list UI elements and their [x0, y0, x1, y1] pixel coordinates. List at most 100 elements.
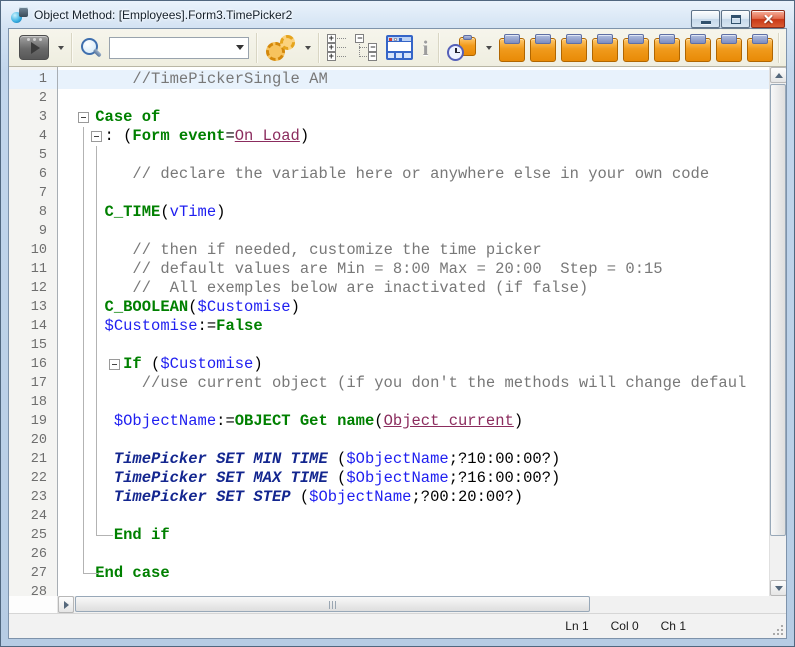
expand-all-button[interactable]: [327, 34, 349, 61]
status-line: Ln 1: [565, 619, 588, 633]
form-cells-icon: [388, 51, 411, 58]
line-number-gutter: 1234567891011121314151617181920212223242…: [9, 67, 58, 596]
vertical-scrollbar[interactable]: [769, 67, 786, 596]
code-line[interactable]: //use current object (if you don't the m…: [58, 374, 769, 393]
code-line[interactable]: [58, 431, 769, 450]
maximize-button[interactable]: [721, 10, 750, 28]
macro-clipboard-4[interactable]: [592, 34, 616, 61]
scroll-up-button[interactable]: [770, 67, 786, 83]
code-line[interactable]: [58, 545, 769, 564]
code-line-text: Case of: [58, 108, 160, 126]
line-number: 1: [9, 70, 57, 89]
clipboard-clip-icon: [463, 35, 472, 40]
code-line[interactable]: TimePicker SET STEP ($ObjectName;?00:20:…: [58, 488, 769, 507]
toolbar-separator: [256, 33, 258, 63]
code-line[interactable]: [58, 146, 769, 165]
vertical-scroll-thumb[interactable]: [770, 84, 786, 536]
macro-clipboard-1[interactable]: [499, 34, 523, 61]
code-line[interactable]: : (Form event=On Load): [58, 127, 769, 146]
line-number: 24: [9, 507, 57, 526]
code-line[interactable]: TimePicker SET MIN TIME ($ObjectName;?10…: [58, 450, 769, 469]
scrollbar-corner: [769, 596, 786, 613]
horizontal-scroll-row: [9, 596, 786, 613]
scroll-down-button[interactable]: [770, 580, 786, 596]
line-number: 4: [9, 127, 57, 146]
code-line[interactable]: [58, 393, 769, 412]
fold-collapse-icon[interactable]: [91, 131, 102, 142]
status-bar: Ln 1 Col 0 Ch 1: [9, 613, 786, 638]
line-number: 21: [9, 450, 57, 469]
code-line[interactable]: End case: [58, 564, 769, 583]
code-line[interactable]: [58, 222, 769, 241]
code-line[interactable]: $ObjectName:=OBJECT Get name(Object curr…: [58, 412, 769, 431]
code-line[interactable]: [58, 336, 769, 355]
scroll-right-button[interactable]: [58, 596, 74, 613]
horizontal-scroll-thumb[interactable]: [75, 596, 590, 612]
macro-clipboard-9[interactable]: [747, 34, 771, 61]
code-line-text: TimePicker SET STEP ($ObjectName;?00:20:…: [58, 488, 523, 506]
code-line[interactable]: // default values are Min = 8:00 Max = 2…: [58, 260, 769, 279]
maximize-icon: [731, 15, 741, 24]
search-input[interactable]: [114, 40, 236, 56]
line-number: 8: [9, 203, 57, 222]
minimize-button[interactable]: [691, 10, 720, 28]
status-column: Col 0: [611, 619, 639, 633]
close-button[interactable]: [751, 10, 785, 28]
line-number: 17: [9, 374, 57, 393]
macro-clipboard-6[interactable]: [654, 34, 678, 61]
code-line[interactable]: [58, 184, 769, 203]
macro-clock-button[interactable]: [447, 34, 477, 62]
code-view[interactable]: //TimePickerSingle AM Case of : (Form ev…: [58, 67, 769, 596]
horizontal-scrollbar[interactable]: [58, 596, 769, 613]
code-line[interactable]: If ($Customise): [58, 355, 769, 374]
code-line[interactable]: End if: [58, 526, 769, 545]
gears-dropdown-arrow-icon[interactable]: [305, 46, 311, 50]
form-preview-button[interactable]: [386, 35, 413, 60]
fold-collapse-icon[interactable]: [78, 112, 89, 123]
line-number: 19: [9, 412, 57, 431]
code-line[interactable]: // All exemples below are inactivated (i…: [58, 279, 769, 298]
code-line[interactable]: [58, 583, 769, 596]
resize-grip[interactable]: [771, 623, 783, 635]
line-number: 27: [9, 564, 57, 583]
code-line[interactable]: C_TIME(vTime): [58, 203, 769, 222]
line-number: 22: [9, 469, 57, 488]
search-icon[interactable]: [80, 36, 103, 60]
minimize-icon: [701, 21, 711, 24]
code-line[interactable]: //TimePickerSingle AM: [58, 70, 769, 89]
code-line[interactable]: [58, 507, 769, 526]
collapse-all-button[interactable]: [355, 34, 379, 61]
code-lines: //TimePickerSingle AM Case of : (Form ev…: [58, 70, 769, 596]
code-line[interactable]: [58, 89, 769, 108]
macro-dropdown-arrow-icon[interactable]: [486, 46, 492, 50]
code-line[interactable]: TimePicker SET MAX TIME ($ObjectName;?16…: [58, 469, 769, 488]
code-line-text: //TimePickerSingle AM: [58, 70, 328, 88]
information-button[interactable]: i: [420, 36, 432, 60]
code-line[interactable]: $Customise:=False: [58, 317, 769, 336]
code-line-text: TimePicker SET MAX TIME ($ObjectName;?16…: [58, 469, 560, 487]
macro-clipboard-7[interactable]: [685, 34, 709, 61]
toolbar-separator: [318, 33, 320, 63]
code-editor: 1234567891011121314151617181920212223242…: [9, 67, 786, 596]
code-line[interactable]: Case of: [58, 108, 769, 127]
arrow-down-icon: [775, 586, 783, 591]
fold-collapse-icon[interactable]: [109, 359, 120, 370]
search-combobox[interactable]: [109, 37, 249, 59]
close-icon: [763, 14, 774, 25]
line-number: 26: [9, 545, 57, 564]
line-number: 7: [9, 184, 57, 203]
macro-clipboard-5[interactable]: [623, 34, 647, 61]
run-method-button[interactable]: [19, 35, 49, 60]
macro-clipboard-2[interactable]: [530, 34, 554, 61]
macro-clipboard-8[interactable]: [716, 34, 740, 61]
method-properties-gears-icon[interactable]: [265, 34, 296, 61]
search-combo-arrow-icon[interactable]: [236, 45, 244, 50]
code-line[interactable]: // declare the variable here or anywhere…: [58, 165, 769, 184]
code-line[interactable]: C_BOOLEAN($Customise): [58, 298, 769, 317]
titlebar[interactable]: Object Method: [Employees].Form3.TimePic…: [2, 2, 793, 28]
code-line[interactable]: // then if needed, customize the time pi…: [58, 241, 769, 260]
macro-clipboard-3[interactable]: [561, 34, 585, 61]
run-dropdown-arrow-icon[interactable]: [58, 46, 64, 50]
line-number: 10: [9, 241, 57, 260]
status-char: Ch 1: [661, 619, 686, 633]
